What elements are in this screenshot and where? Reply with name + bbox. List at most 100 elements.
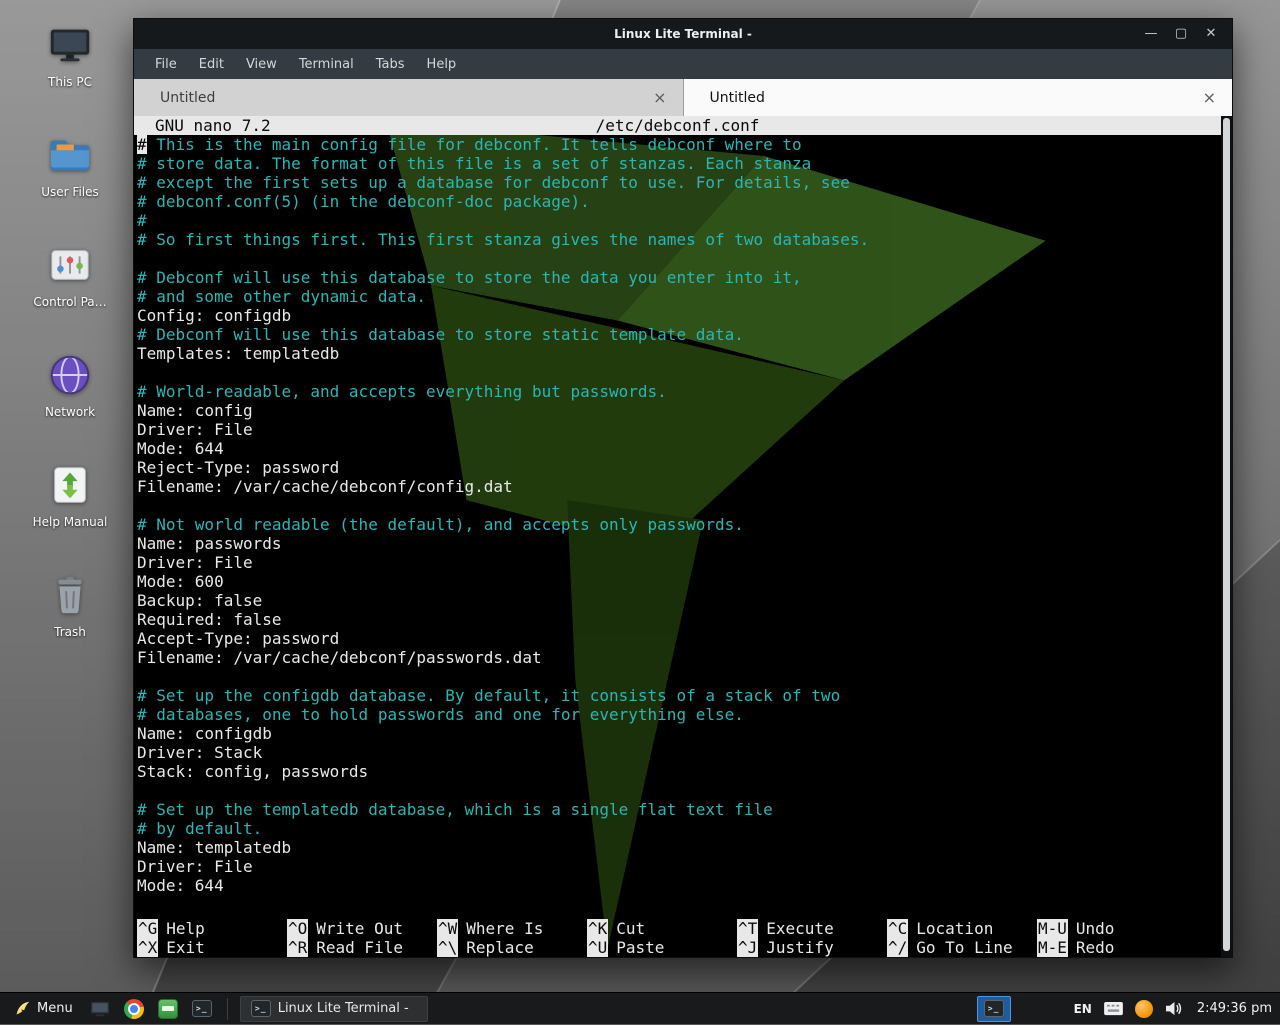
tab-close-icon[interactable]: × <box>1203 88 1216 107</box>
shortcut-label: Read File <box>316 938 403 957</box>
nano-line: Name: configdb <box>137 724 1221 743</box>
shortcut-key: ^C <box>887 919 908 938</box>
launcher-this-pc[interactable] <box>87 996 113 1022</box>
control-panel-icon <box>47 242 93 288</box>
desktop-icon-label: Control Pa… <box>33 295 106 309</box>
nano-line <box>137 249 1221 268</box>
menu-edit[interactable]: Edit <box>188 53 235 76</box>
menu-terminal[interactable]: Terminal <box>288 53 365 76</box>
shortcut-label: Where Is <box>466 919 543 938</box>
shortcut-label: Cut <box>616 919 645 938</box>
nano-shortcut: ^R Read File <box>287 938 437 957</box>
shortcut-key: ^J <box>737 938 758 957</box>
nano-version: GNU nano 7.2 <box>155 116 271 135</box>
nano-line: Filename: /var/cache/debconf/passwords.d… <box>137 648 1221 667</box>
desktop-icon-label: Help Manual <box>33 515 108 529</box>
desktop-icon-network[interactable]: Network <box>12 352 128 426</box>
window-titlebar[interactable]: Linux Lite Terminal - — ▢ ✕ <box>134 19 1232 49</box>
tray-terminal-indicator[interactable]: >_ <box>977 996 1011 1022</box>
clock[interactable]: 2:49:36 pm <box>1197 1001 1272 1016</box>
terminal-window: Linux Lite Terminal - — ▢ ✕ File Edit Vi… <box>133 18 1233 958</box>
shortcut-key: ^R <box>287 938 308 957</box>
nano-line: # databases, one to hold passwords and o… <box>137 705 1221 724</box>
window-title: Linux Lite Terminal - <box>134 27 1232 41</box>
desktop: This PC User Files Control Pa… Network H… <box>0 0 1280 1024</box>
shortcut-key: ^U <box>587 938 608 957</box>
shortcut-label: Justify <box>766 938 833 957</box>
tab-close-icon[interactable]: × <box>653 88 666 107</box>
shortcut-label: Go To Line <box>916 938 1012 957</box>
tab-untitled-1[interactable]: Untitled × <box>134 79 684 116</box>
nano-shortcut: ^UPaste <box>587 938 737 957</box>
terminal-content[interactable]: GNU nano 7.2 /etc/debconf.conf # This is… <box>134 116 1232 957</box>
nano-line: Mode: 644 <box>137 439 1221 458</box>
nano-line: Name: passwords <box>137 534 1221 553</box>
menu-help[interactable]: Help <box>416 53 468 76</box>
minimize-button[interactable]: — <box>1142 19 1160 49</box>
tab-bar: Untitled × Untitled × <box>134 79 1232 116</box>
nano-line: # <box>137 211 1221 230</box>
nano-text[interactable]: # This is the main config file for debco… <box>134 135 1221 895</box>
nano-line: Mode: 600 <box>137 572 1221 591</box>
menu-file[interactable]: File <box>144 53 188 76</box>
nano-line: # So first things first. This first stan… <box>137 230 1221 249</box>
shortcut-label: Redo <box>1076 938 1115 957</box>
nano-line: # by default. <box>137 819 1221 838</box>
shortcut-label: Undo <box>1076 919 1115 938</box>
nano-line: Backup: false <box>137 591 1221 610</box>
nano-line: # store data. The format of this file is… <box>137 154 1221 173</box>
nano-line: Driver: File <box>137 420 1221 439</box>
nano-shortcut: ^\Replace <box>437 938 587 957</box>
terminal-icon: >_ <box>251 1000 271 1017</box>
nano-shortcut: ^J Justify <box>737 938 887 957</box>
menu-button[interactable]: Menu <box>8 993 79 1025</box>
nano-line: # Set up the configdb database. By defau… <box>137 686 1221 705</box>
file-manager-icon <box>158 999 178 1019</box>
terminal-scrollbar[interactable] <box>1221 116 1232 957</box>
shortcut-key: ^T <box>737 919 758 938</box>
menu-tabs[interactable]: Tabs <box>365 53 416 76</box>
folder-icon <box>47 132 93 178</box>
launcher-file-manager[interactable] <box>155 996 181 1022</box>
nano-shortcut: ^/Go To Line <box>887 938 1037 957</box>
system-tray: >_ EN 2:49:36 pm <box>977 996 1272 1022</box>
maximize-button[interactable]: ▢ <box>1172 19 1190 49</box>
desktop-icon-help-manual[interactable]: Help Manual <box>12 462 128 536</box>
shortcut-key: ^\ <box>437 938 458 957</box>
shortcut-key: ^X <box>137 938 158 957</box>
desktop-icon-user-files[interactable]: User Files <box>12 132 128 206</box>
launcher-chromium[interactable] <box>121 996 147 1022</box>
desktop-icon-label: User Files <box>41 185 99 199</box>
close-button[interactable]: ✕ <box>1202 19 1220 49</box>
desktop-icon-this-pc[interactable]: This PC <box>12 22 128 96</box>
nano-line <box>137 496 1221 515</box>
desktop-icon-trash[interactable]: Trash <box>12 572 128 646</box>
launcher-terminal[interactable]: >_ <box>189 996 215 1022</box>
nano-shortcut: ^GHelp <box>137 919 287 938</box>
nano-line: Stack: config, passwords <box>137 762 1221 781</box>
task-button-terminal[interactable]: >_ Linux Lite Terminal - <box>240 996 428 1022</box>
nano-shortcut: ^KCut <box>587 919 737 938</box>
nano-status-line <box>134 895 1221 919</box>
help-manual-icon <box>47 462 93 508</box>
tab-untitled-2[interactable]: Untitled × <box>684 79 1233 116</box>
menu-view[interactable]: View <box>235 53 288 76</box>
nano-line: Driver: File <box>137 553 1221 572</box>
nano-line <box>137 363 1221 382</box>
desktop-icon-label: Network <box>45 405 95 419</box>
shortcut-label: Location <box>916 919 993 938</box>
nano-line: # and some other dynamic data. <box>137 287 1221 306</box>
volume-icon[interactable] <box>1164 1001 1183 1016</box>
nano-titlebar: GNU nano 7.2 /etc/debconf.conf <box>134 116 1221 135</box>
taskbar: Menu >_ >_ Linux Lite Terminal - >_ EN 2 <box>0 992 1280 1024</box>
scrollbar-thumb[interactable] <box>1223 118 1230 951</box>
nano-line: # Debconf will use this database to stor… <box>137 268 1221 287</box>
shortcuts-row1: ^GHelp^OWrite Out^WWhere Is^KCut^TExecut… <box>134 919 1221 938</box>
keyboard-layout-indicator[interactable]: EN <box>1074 1002 1092 1016</box>
keyboard-icon[interactable] <box>1103 1001 1124 1016</box>
shortcut-key: M-U <box>1037 919 1068 938</box>
terminal-icon: >_ <box>984 1000 1004 1017</box>
shortcut-label: Execute <box>766 919 833 938</box>
updates-icon[interactable] <box>1135 1000 1153 1018</box>
desktop-icon-control-panel[interactable]: Control Pa… <box>12 242 128 316</box>
